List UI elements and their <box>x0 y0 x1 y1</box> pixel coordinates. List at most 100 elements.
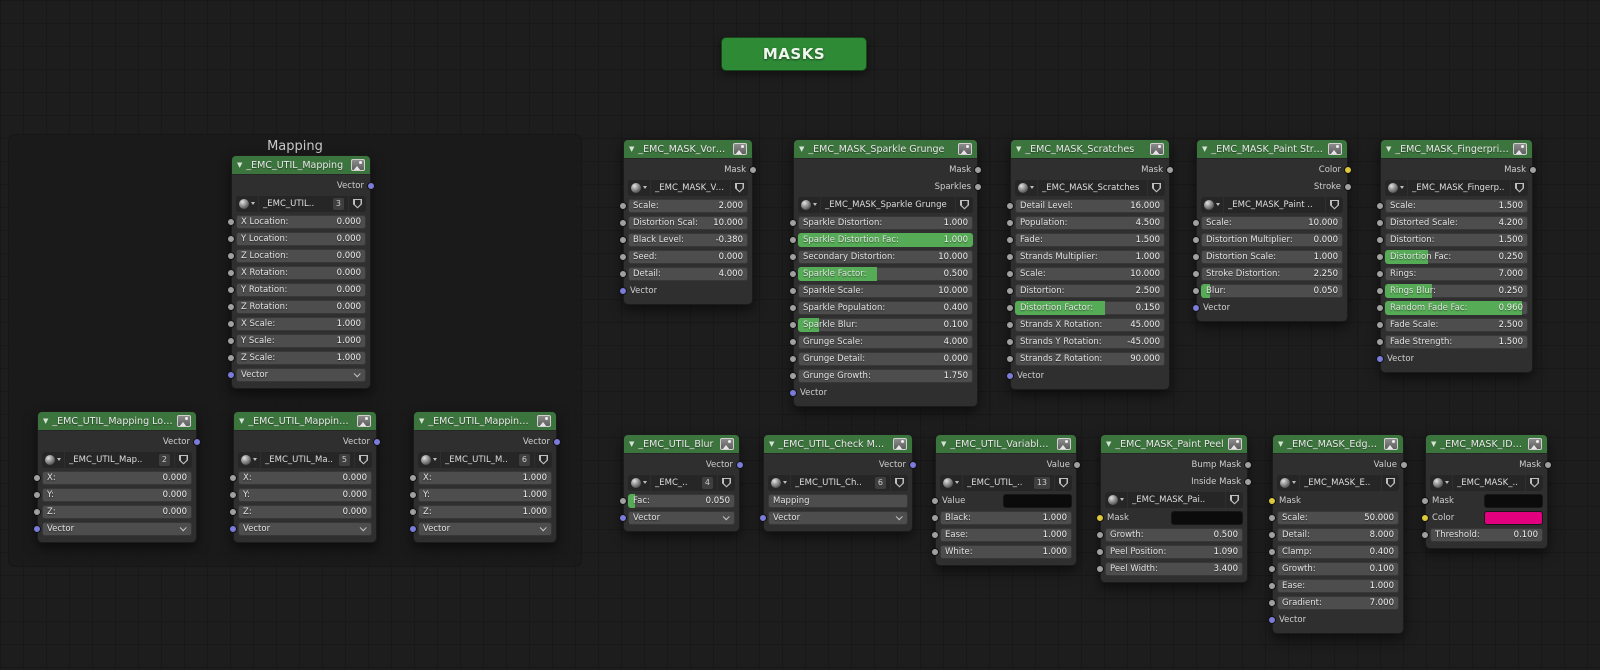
z-slider[interactable]: Z: 0.000 <box>238 504 372 519</box>
group-name-field[interactable]: _EMC_MASK_Scratches <box>1038 179 1147 196</box>
node-header[interactable]: ▼ _EMC_MASK_Sparkle Grunge <box>794 140 977 159</box>
fake-user-shield-button[interactable] <box>355 451 372 468</box>
detail-slider[interactable]: Detail: 8.000 <box>1277 527 1399 542</box>
strands-z-rotation-slider[interactable]: Strands Z Rotation: 90.000 <box>1015 351 1165 366</box>
socket-input-detail-level[interactable] <box>1006 201 1014 210</box>
value-swatch[interactable] <box>1002 493 1072 508</box>
rings-blur-slider[interactable]: Rings Blur: 0.250 <box>1385 283 1528 298</box>
z-location-slider[interactable]: Z Location: 0.000 <box>236 248 366 263</box>
scale-slider[interactable]: Scale: 2.000 <box>628 198 748 213</box>
socket-input-population[interactable] <box>1006 218 1014 227</box>
socket-input-peel-width[interactable] <box>1096 564 1104 573</box>
socket-input-distortion-scal[interactable] <box>619 218 627 227</box>
socket-output-mask[interactable] <box>1529 165 1537 174</box>
scale-slider[interactable]: Scale: 10.000 <box>1201 215 1343 230</box>
group-name-field[interactable]: _EMC_UTIL.. 3 <box>259 195 348 212</box>
node-header[interactable]: ▼ _EMC_MASK_ID Mask <box>1426 435 1547 454</box>
node-util-variable-ramp[interactable]: ▼_EMC_UTIL_Variable RamValue_EMC_UTIL_..… <box>931 434 1081 566</box>
socket-input-detail[interactable] <box>1268 530 1276 539</box>
socket-output-color[interactable] <box>1344 165 1352 174</box>
group-browse-button[interactable] <box>1201 196 1223 213</box>
strands-x-rotation-slider[interactable]: Strands X Rotation: 45.000 <box>1015 317 1165 332</box>
ease-slider[interactable]: Ease: 1.000 <box>1277 578 1399 593</box>
socket-input-threshold[interactable] <box>1421 530 1429 539</box>
collapse-toggle-icon[interactable]: ▼ <box>941 440 946 448</box>
socket-input-ease[interactable] <box>931 530 939 539</box>
node-header[interactable]: ▼ _EMC_UTIL_Mapping Scal <box>414 412 556 431</box>
group-name-field[interactable]: _EMC_UTIL_Ma.. 5 <box>261 451 354 468</box>
socket-input-fade-strength[interactable] <box>1376 337 1384 346</box>
socket-input-sparkle-population[interactable] <box>789 303 797 312</box>
fake-user-shield-button[interactable] <box>1055 474 1072 491</box>
socket-input-mask[interactable] <box>1096 513 1104 522</box>
socket-input-x[interactable] <box>409 473 417 482</box>
node-header[interactable]: ▼ _EMC_UTIL_Mapping <box>232 156 370 175</box>
socket-input-gradient[interactable] <box>1268 598 1276 607</box>
socket-input-z-rotation[interactable] <box>227 302 235 311</box>
group-browse-button[interactable] <box>940 474 962 491</box>
node-header[interactable]: ▼ _EMC_UTIL_Variable Ram <box>936 435 1076 454</box>
node-header[interactable]: ▼ _EMC_UTIL_Mapping Location <box>38 412 196 431</box>
node-header[interactable]: ▼ _EMC_MASK_Fingerprints <box>1381 140 1532 159</box>
fake-user-shield-button[interactable] <box>891 474 908 491</box>
fake-user-shield-button[interactable] <box>1226 491 1243 508</box>
socket-input-y-location[interactable] <box>227 234 235 243</box>
socket-input-ease[interactable] <box>1268 581 1276 590</box>
collapse-toggle-icon[interactable]: ▼ <box>1202 145 1207 153</box>
collapse-toggle-icon[interactable]: ▼ <box>1386 145 1391 153</box>
socket-input-sparkle-blur[interactable] <box>789 320 797 329</box>
node-util-blur[interactable]: ▼ _EMC_UTIL_Blur Vector _EMC_.. 4 Fac: 0.050 Ve… <box>619 434 744 532</box>
socket-output-vector[interactable] <box>367 181 375 190</box>
sparkle-blur-slider[interactable]: Sparkle Blur: 0.100 <box>798 317 973 332</box>
socket-output-value[interactable] <box>1400 460 1408 469</box>
x-scale-slider[interactable]: X Scale: 1.000 <box>236 316 366 331</box>
x-slider[interactable]: X: 1.000 <box>418 470 552 485</box>
socket-input-z-location[interactable] <box>227 251 235 260</box>
grunge-detail-slider[interactable]: Grunge Detail: 0.000 <box>798 351 973 366</box>
group-name-field[interactable]: _EMC_MASK_Pai.. <box>1128 491 1225 508</box>
socket-input-scale[interactable] <box>1006 269 1014 278</box>
sparkle-distortion-slider[interactable]: Sparkle Distortion: 1.000 <box>798 215 973 230</box>
white-slider[interactable]: White: 1.000 <box>940 544 1072 559</box>
socket-input-growth[interactable] <box>1268 564 1276 573</box>
z-slider[interactable]: Z: 1.000 <box>418 504 552 519</box>
collapse-toggle-icon[interactable]: ▼ <box>1278 440 1283 448</box>
seed-slider[interactable]: Seed: 0.000 <box>628 249 748 264</box>
socket-input-clamp[interactable] <box>1268 547 1276 556</box>
peel-width-slider[interactable]: Peel Width: 3.400 <box>1105 561 1243 576</box>
vector-dropdown[interactable]: Vector <box>768 510 908 525</box>
y-slider[interactable]: Y: 0.000 <box>238 487 372 502</box>
socket-input-sparkle-factor[interactable] <box>789 269 797 278</box>
stroke-distortion-slider[interactable]: Stroke Distortion: 2.250 <box>1201 266 1343 281</box>
socket-input-sparkle-distortion[interactable] <box>789 218 797 227</box>
socket-input-z[interactable] <box>229 507 237 516</box>
blur-slider[interactable]: Blur: 0.050 <box>1201 283 1343 298</box>
socket-input-vector[interactable] <box>759 513 767 522</box>
group-browse-button[interactable] <box>1385 179 1407 196</box>
vector-dropdown[interactable]: Vector <box>418 521 552 536</box>
vector-dropdown[interactable]: Vector <box>42 521 192 536</box>
socket-input-fac[interactable] <box>619 496 627 505</box>
socket-output-mask[interactable] <box>1166 165 1174 174</box>
node-header[interactable]: ▼ _EMC_UTIL_Blur <box>624 435 739 454</box>
node-mask-edge-noise[interactable]: ▼ _EMC_MASK_Edge No.. Value_EMC_MASK_E..Ma… <box>1268 434 1408 634</box>
socket-input-vector[interactable] <box>229 524 237 533</box>
fac-slider[interactable]: Fac: 0.050 <box>628 493 735 508</box>
group-browse-button[interactable] <box>798 196 820 213</box>
socket-input-y-rotation[interactable] <box>227 285 235 294</box>
mapping-dropdown[interactable]: Mapping <box>768 493 908 508</box>
node-header[interactable]: ▼ _EMC_MASK_Paint Strokes <box>1197 140 1347 159</box>
socket-input-distorted-scale[interactable] <box>1376 218 1384 227</box>
y-slider[interactable]: Y: 0.000 <box>42 487 192 502</box>
group-browse-button[interactable] <box>42 451 64 468</box>
collapse-toggle-icon[interactable]: ▼ <box>43 417 48 425</box>
socket-input-distortion-multiplier[interactable] <box>1192 235 1200 244</box>
socket-output-vector[interactable] <box>736 460 744 469</box>
socket-input-distortion[interactable] <box>1376 235 1384 244</box>
socket-input-x-rotation[interactable] <box>227 268 235 277</box>
node-header[interactable]: ▼ _EMC_UTIL_Check Mapping <box>764 435 912 454</box>
socket-output-vector[interactable] <box>193 437 201 446</box>
node-mask-id-mask[interactable]: ▼ _EMC_MASK_ID Mask Mask_EMC_MASK_..Mask Co… <box>1421 434 1552 549</box>
socket-output-vector[interactable] <box>909 460 917 469</box>
gradient-slider[interactable]: Gradient: 7.000 <box>1277 595 1399 610</box>
